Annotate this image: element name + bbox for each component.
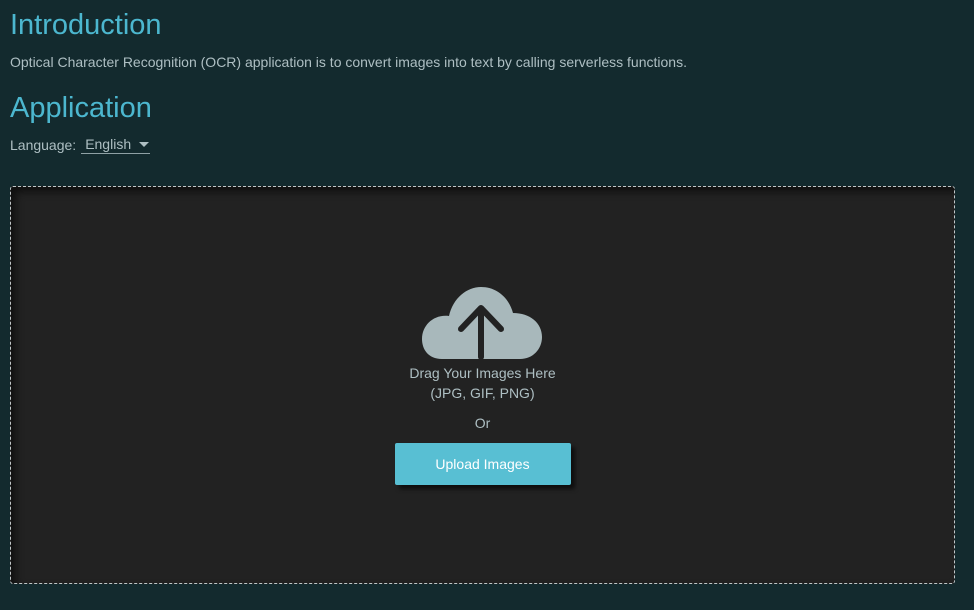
chevron-down-icon xyxy=(139,141,150,147)
cloud-upload-icon xyxy=(421,287,542,360)
drag-instruction: Drag Your Images Here xyxy=(409,365,556,381)
or-separator: Or xyxy=(474,415,491,431)
page: Introduction Optical Character Recogniti… xyxy=(0,0,974,610)
introduction-heading: Introduction xyxy=(10,9,162,41)
language-row: Language: English xyxy=(10,136,151,154)
image-dropzone[interactable]: Drag Your Images Here (JPG, GIF, PNG) Or… xyxy=(10,186,955,584)
language-select[interactable]: English xyxy=(81,136,151,154)
dropzone-content: Drag Your Images Here (JPG, GIF, PNG) Or… xyxy=(11,287,954,485)
upload-images-button[interactable]: Upload Images xyxy=(394,443,571,485)
application-heading: Application xyxy=(10,92,152,124)
introduction-text: Optical Character Recognition (OCR) appl… xyxy=(10,54,687,70)
language-label: Language: xyxy=(10,137,77,153)
accepted-formats: (JPG, GIF, PNG) xyxy=(430,385,535,401)
language-selected-value: English xyxy=(85,136,132,152)
